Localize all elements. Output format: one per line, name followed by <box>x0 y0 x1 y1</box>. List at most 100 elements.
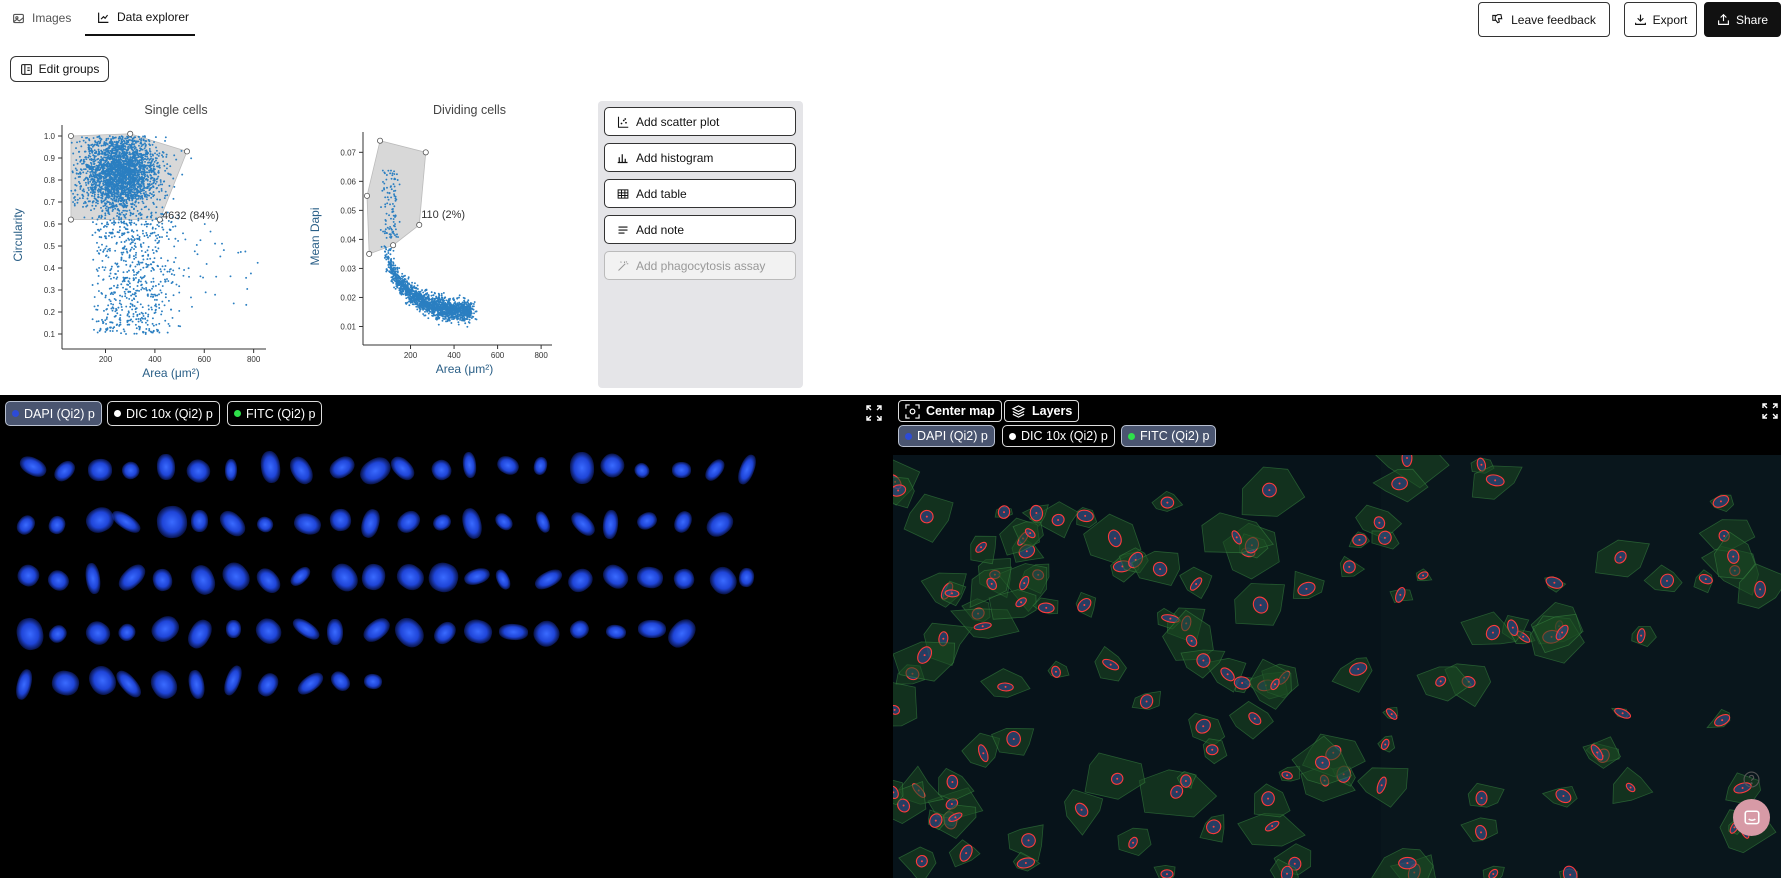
data-point <box>167 299 170 302</box>
data-point <box>108 298 111 301</box>
data-point <box>115 175 118 178</box>
data-point <box>152 268 155 271</box>
data-point <box>150 183 153 186</box>
data-point <box>205 263 208 265</box>
data-point <box>106 223 108 226</box>
data-point <box>107 149 110 152</box>
selection-handle <box>183 148 190 155</box>
data-point <box>88 168 91 170</box>
data-point <box>142 168 145 171</box>
data-point <box>136 234 139 237</box>
data-point <box>120 192 122 195</box>
data-point <box>73 204 76 207</box>
single-cells-chart[interactable]: Single cells 200 400 600 800 0.1 0.2 0.3 0.4 0.5 0… <box>0 95 290 390</box>
data-point <box>175 158 178 161</box>
data-point <box>106 165 109 168</box>
data-point <box>120 332 123 335</box>
data-point <box>187 267 190 270</box>
data-point <box>429 298 432 301</box>
data-point <box>110 292 113 295</box>
data-point <box>89 191 92 194</box>
data-point <box>132 312 135 315</box>
data-point <box>182 232 184 235</box>
data-point <box>128 197 131 200</box>
data-point <box>393 257 395 260</box>
data-point <box>84 181 87 184</box>
data-point <box>86 136 89 139</box>
data-point <box>99 327 102 330</box>
data-point <box>84 156 87 159</box>
data-point <box>74 177 77 180</box>
data-point <box>142 258 145 261</box>
edit-groups-button[interactable]: Edit groups <box>10 56 109 82</box>
data-point <box>96 269 99 272</box>
data-point <box>144 178 147 181</box>
data-point <box>109 144 112 147</box>
data-point <box>112 217 115 220</box>
data-point <box>151 232 154 234</box>
data-point <box>106 168 109 171</box>
data-point <box>128 151 131 154</box>
data-point <box>140 284 143 287</box>
data-point <box>104 266 107 269</box>
data-point <box>146 289 148 292</box>
data-point <box>111 321 114 324</box>
data-point <box>442 311 445 314</box>
data-point <box>221 242 223 245</box>
data-point <box>137 201 140 204</box>
data-point <box>97 246 100 249</box>
dividing-cells-chart[interactable]: Dividing cells 200 400 600 800 0.01 0.02 0.03 0.… <box>300 95 580 390</box>
data-point <box>130 221 133 224</box>
data-point <box>112 228 114 231</box>
data-point <box>144 145 147 148</box>
share-button[interactable]: Share <box>1704 2 1781 37</box>
data-point <box>159 198 161 201</box>
data-point <box>116 142 118 145</box>
data-point <box>85 172 88 175</box>
data-point <box>133 305 136 308</box>
tab-data-explorer[interactable]: Data explorer <box>85 0 195 36</box>
data-point <box>445 320 448 323</box>
data-point <box>115 160 118 163</box>
data-point <box>71 170 74 173</box>
data-point <box>441 319 444 322</box>
data-point <box>143 177 145 180</box>
data-point <box>172 269 175 272</box>
data-point <box>464 322 467 325</box>
data-point <box>178 285 181 288</box>
data-point <box>79 168 82 171</box>
data-point <box>139 243 142 246</box>
data-point <box>128 277 131 280</box>
data-point <box>111 205 114 208</box>
data-point <box>125 213 128 215</box>
data-point <box>191 305 193 308</box>
data-point <box>145 225 148 228</box>
data-point <box>96 282 99 285</box>
data-point <box>105 329 108 332</box>
data-point <box>123 330 126 333</box>
tab-images[interactable]: Images <box>12 0 71 36</box>
data-point <box>76 198 79 201</box>
data-point <box>146 319 149 322</box>
data-point <box>110 203 113 205</box>
data-point <box>117 199 120 202</box>
export-button[interactable]: Export <box>1624 2 1697 37</box>
data-point <box>158 331 161 334</box>
data-point <box>122 182 124 185</box>
data-point <box>102 180 105 183</box>
data-point <box>126 170 129 173</box>
data-point <box>135 182 138 185</box>
data-point <box>140 185 142 188</box>
data-point <box>385 253 388 256</box>
data-point <box>125 166 128 169</box>
data-point <box>172 294 175 297</box>
data-point <box>130 162 133 165</box>
data-point <box>246 288 249 290</box>
data-point <box>128 158 131 161</box>
data-point <box>146 258 149 261</box>
data-point <box>111 222 114 224</box>
data-point <box>405 297 408 300</box>
data-point <box>123 214 126 217</box>
leave-feedback-button[interactable]: Leave feedback <box>1478 2 1610 37</box>
data-point <box>164 169 167 172</box>
